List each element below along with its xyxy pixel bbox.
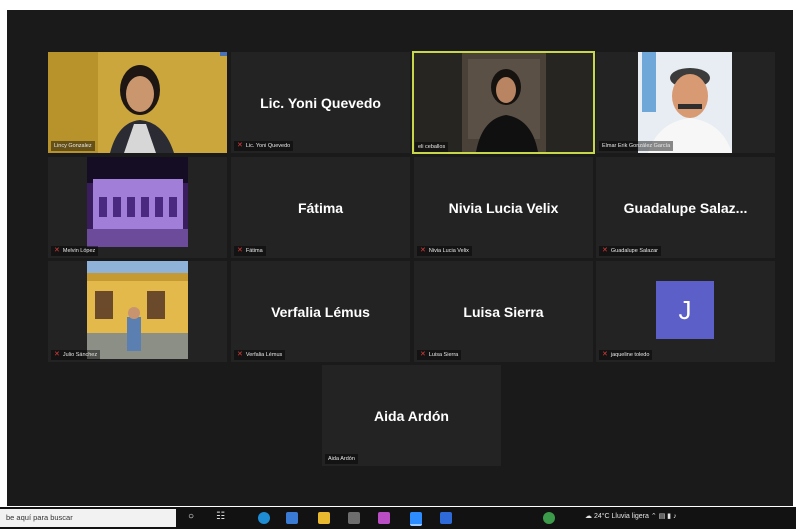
mic-muted-icon: ✕	[237, 351, 243, 358]
participant-tile[interactable]: Elmar Erik González García	[596, 52, 775, 153]
participant-name: Lic. Yoni Quevedo	[260, 94, 381, 111]
participant-caption: ✕ Fátima	[234, 246, 266, 256]
taskbar-search-input[interactable]: be aquí para buscar	[0, 509, 176, 527]
system-tray: ☁ 24°C Lluvia ligera ⌃ ▤ ▮ ♪	[585, 512, 677, 520]
participant-caption: ✕ Luisa Sierra	[417, 350, 462, 360]
participant-tile[interactable]: J ✕ jaqueline toledo	[596, 261, 775, 362]
participant-caption: eli ceballos	[415, 142, 449, 152]
mic-muted-icon: ✕	[237, 247, 243, 254]
task-view-icon[interactable]: ☷	[216, 511, 225, 522]
meeting-gallery: Lincy Gonzalez Lic. Yoni Quevedo ✕ Lic. Y…	[7, 10, 793, 506]
mic-muted-icon: ✕	[54, 247, 60, 254]
participant-caption: ✕ Lic. Yoni Quevedo	[234, 141, 294, 151]
participant-caption: ✕ Verfalia Lémus	[234, 350, 286, 360]
participant-caption: ✕ Nivia Lucia Velix	[417, 246, 472, 256]
participant-tile[interactable]: Guadalupe Salaz... ✕ Guadalupe Salazar	[596, 157, 775, 258]
mic-muted-icon: ✕	[602, 351, 608, 358]
participant-tile[interactable]: Aida Ardón Aida Ardón	[322, 365, 501, 466]
participant-caption: ✕ Guadalupe Salazar	[599, 246, 661, 256]
mic-muted-icon: ✕	[237, 142, 243, 149]
participant-video	[414, 53, 593, 152]
participant-video	[87, 157, 188, 247]
participant-caption: Aida Ardón	[325, 454, 358, 464]
search-icon[interactable]: ○	[188, 511, 194, 522]
file-explorer-icon[interactable]	[318, 512, 330, 524]
zoom-app-icon[interactable]	[410, 512, 422, 526]
mic-muted-icon: ✕	[602, 247, 608, 254]
participant-tile[interactable]: Lincy Gonzalez	[48, 52, 227, 153]
participant-tile[interactable]: Nivia Lucia Velix ✕ Nivia Lucia Velix	[414, 157, 593, 258]
mic-muted-icon: ✕	[54, 351, 60, 358]
participant-name: Nivia Lucia Velix	[448, 199, 559, 216]
weather-icon: ☁	[585, 513, 592, 520]
weather-text[interactable]: 24°C Lluvia ligera	[594, 513, 649, 520]
participant-caption: ✕ jaqueline toledo	[599, 350, 653, 360]
windows-taskbar: be aquí para buscar ○ ☷ ☁ 24°C Lluvia li…	[0, 507, 796, 529]
volume-icon[interactable]: ♪	[673, 513, 677, 520]
participant-tile[interactable]: ✕ Julio Sánchez	[48, 261, 227, 362]
participant-name: Luisa Sierra	[463, 303, 544, 320]
participant-tile[interactable]: Lic. Yoni Quevedo ✕ Lic. Yoni Quevedo	[231, 52, 410, 153]
participant-video	[48, 52, 227, 153]
participant-name: Aida Ardón	[374, 407, 449, 424]
store-icon[interactable]	[348, 512, 360, 524]
participant-name: Guadalupe Salaz...	[623, 199, 748, 216]
participant-caption: ✕ Melvin López	[51, 246, 99, 256]
app-icon[interactable]	[440, 512, 452, 524]
chevron-up-icon[interactable]: ⌃	[651, 513, 657, 520]
participant-tile[interactable]: Luisa Sierra ✕ Luisa Sierra	[414, 261, 593, 362]
participant-caption: ✕ Julio Sánchez	[51, 350, 101, 360]
participant-tile-active-speaker[interactable]: eli ceballos	[412, 51, 595, 154]
participant-tile[interactable]: ✕ Melvin López	[48, 157, 227, 258]
participant-video	[87, 261, 188, 359]
mic-muted-icon: ✕	[420, 247, 426, 254]
participant-tile[interactable]: Fátima ✕ Fátima	[231, 157, 410, 258]
participant-video	[638, 52, 732, 153]
participant-name: Verfalia Lémus	[271, 303, 370, 320]
avatar: J	[656, 281, 714, 339]
mail-icon[interactable]	[286, 512, 298, 524]
chrome-icon[interactable]	[543, 512, 555, 524]
app-icon[interactable]	[378, 512, 390, 524]
participant-name: Fátima	[297, 199, 344, 216]
participant-caption: Elmar Erik González García	[599, 141, 674, 151]
participant-tile[interactable]: Verfalia Lémus ✕ Verfalia Lémus	[231, 261, 410, 362]
participant-caption: Lincy Gonzalez	[51, 141, 95, 151]
edge-browser-icon[interactable]	[258, 512, 270, 524]
mic-muted-icon: ✕	[420, 351, 426, 358]
battery-icon[interactable]: ▮	[667, 513, 671, 520]
network-icon[interactable]: ▤	[659, 513, 666, 520]
